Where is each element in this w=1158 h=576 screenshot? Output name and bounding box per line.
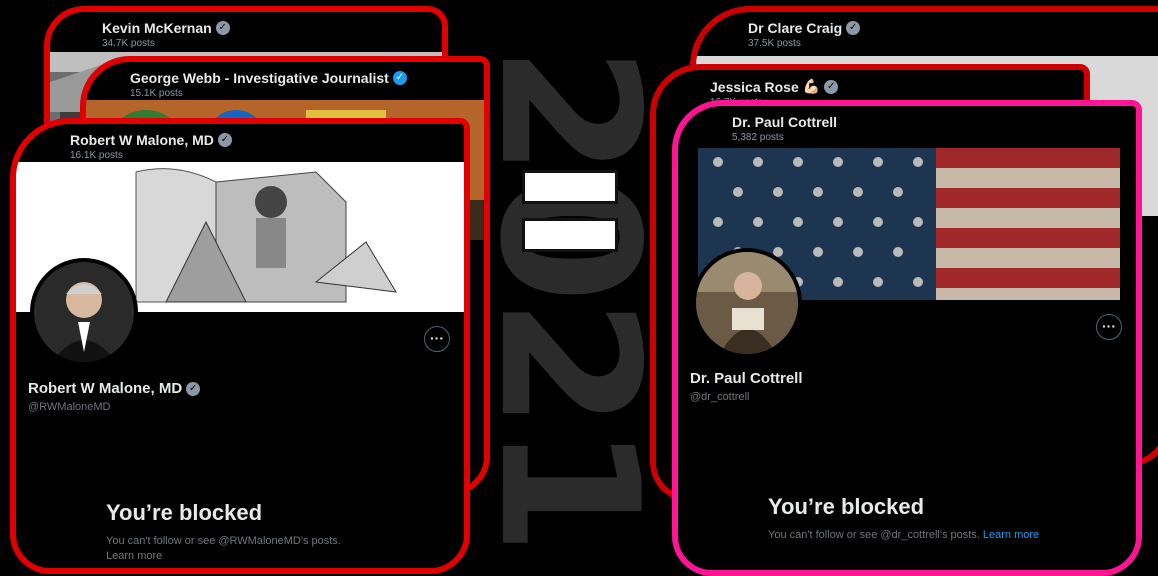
verified-badge-icon: ✓ bbox=[186, 381, 201, 396]
blocked-heading: You’re blocked bbox=[768, 494, 925, 519]
card-post-count: 16.1K posts bbox=[70, 150, 123, 161]
profile-display-name: Robert W Malone, MD ✓ bbox=[28, 380, 201, 397]
card-name: Dr. Paul Cottrell bbox=[732, 114, 838, 130]
card-name: Kevin McKernan ✓ bbox=[102, 20, 442, 36]
flexed-arm-icon: 💪🏻 bbox=[802, 78, 821, 94]
card-post-count: 15.1K posts bbox=[130, 88, 183, 99]
blocked-message: You can't follow or see @dr_cottrell's p… bbox=[768, 529, 1040, 541]
blocked-message: You can't follow or see @RWMaloneMD's po… bbox=[106, 535, 341, 562]
verified-badge-icon: ✓ bbox=[215, 21, 230, 35]
learn-more-link[interactable]: Learn more bbox=[106, 550, 162, 562]
card-post-count: 34.7K posts bbox=[102, 38, 155, 49]
collage-stage: 2021 Kevin McKernan ✓ 34.7K posts George… bbox=[0, 0, 1158, 576]
equals-bar-bottom bbox=[522, 218, 618, 252]
profile-card-robert-malone[interactable]: Robert W Malone, MD ✓ 16.1K posts ··· Ro… bbox=[10, 118, 470, 574]
card-post-count: 37.5K posts bbox=[748, 38, 801, 49]
profile-handle: @RWMaloneMD bbox=[28, 401, 111, 413]
verified-badge-icon: ✓ bbox=[846, 21, 861, 35]
verified-badge-icon: ✓ bbox=[824, 79, 839, 94]
verified-badge-icon: ✓ bbox=[392, 71, 407, 85]
card-name: George Webb - Investigative Journalist ✓ bbox=[130, 70, 484, 86]
card-name: Robert W Malone, MD ✓ bbox=[70, 132, 464, 148]
card-post-count: 5,382 posts bbox=[732, 132, 784, 143]
learn-more-link[interactable]: Learn more bbox=[983, 529, 1039, 541]
blocked-heading: You’re blocked bbox=[106, 500, 263, 525]
card-name: Dr Clare Craig ✓ bbox=[748, 20, 1158, 36]
profile-handle: @dr_cottrell bbox=[690, 391, 750, 403]
more-options-button[interactable]: ··· bbox=[424, 326, 450, 352]
more-options-button[interactable]: ··· bbox=[1096, 314, 1122, 340]
profile-avatar[interactable] bbox=[692, 248, 802, 358]
year-graphic: 2021 bbox=[488, 0, 648, 576]
equals-bar-top bbox=[522, 170, 618, 204]
profile-display-name: Dr. Paul Cottrell bbox=[690, 370, 803, 387]
profile-card-paul-cottrell[interactable]: Dr. Paul Cottrell 5,382 posts ··· Dr. Pa… bbox=[672, 100, 1142, 576]
verified-badge-icon: ✓ bbox=[217, 133, 232, 147]
year-text: 2021 bbox=[488, 45, 648, 550]
profile-avatar[interactable] bbox=[30, 258, 138, 366]
card-name: Jessica Rose 💪🏻 ✓ bbox=[710, 78, 1084, 95]
